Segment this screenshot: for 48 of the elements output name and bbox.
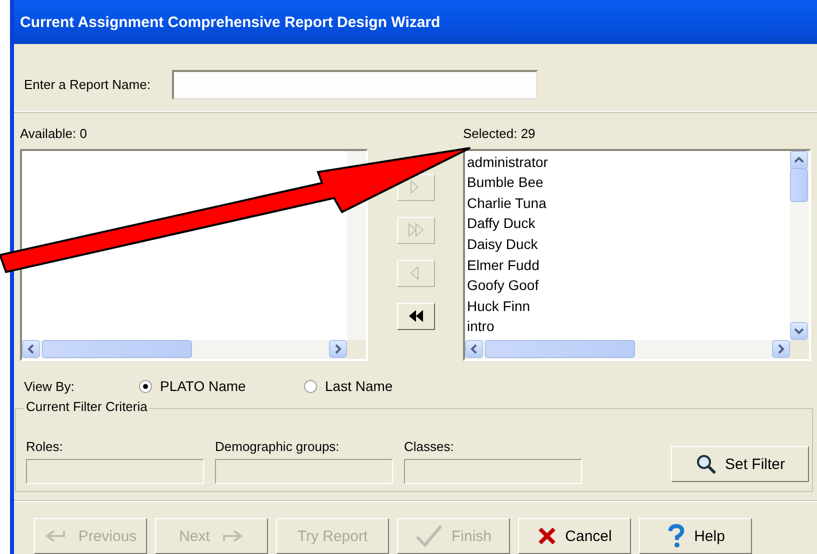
vertical-scrollbar[interactable] (790, 150, 809, 340)
list-item[interactable]: Huck Finn (467, 296, 790, 316)
double-left-triangle-icon (406, 308, 424, 324)
field-label: Enter a Report Name: (24, 77, 150, 92)
list-label: Selected: 29 (463, 126, 536, 141)
scroll-thumb[interactable] (42, 340, 192, 358)
double-right-triangle-icon (406, 222, 424, 238)
scroll-up-button[interactable] (790, 150, 808, 169)
field-label: Roles: (26, 439, 64, 454)
scrollbar-corner (790, 340, 809, 359)
scroll-left-button[interactable] (22, 340, 40, 358)
selected-list[interactable]: administrator Bumble Bee Charlie Tuna Daffy Duck Daisy Duck Elmer Fudd Goofy Goof Huck Finn intro (463, 148, 811, 361)
list-item[interactable]: Bumble Bee (467, 172, 790, 193)
window-title: Current Assignment Comprehensive Report Design Wizard (14, 0, 817, 44)
field-label: Demographic groups: (215, 439, 340, 454)
scroll-thumb[interactable] (485, 340, 635, 358)
scroll-left-button[interactable] (465, 340, 483, 358)
dialog-button[interactable]: Cancel (518, 518, 631, 554)
list-item[interactable]: administrator (467, 152, 790, 172)
radio-dot[interactable] (304, 380, 317, 393)
radio-option[interactable]: PLATO Name (139, 378, 304, 394)
dialog-button[interactable]: Help (639, 518, 752, 554)
scroll-right-button[interactable] (772, 340, 790, 358)
list-item[interactable]: intro (467, 316, 790, 337)
list-item[interactable]: Daisy Duck (467, 234, 790, 255)
horizontal-scrollbar[interactable] (465, 340, 790, 359)
field-label: Classes: (404, 439, 455, 454)
radio-option[interactable]: Last Name (304, 378, 393, 394)
radio-dot[interactable] (139, 380, 152, 393)
help-icon (666, 524, 686, 548)
list-item[interactable]: Goofy Goof (467, 275, 790, 296)
transfer-button[interactable] (396, 302, 434, 330)
close-icon (537, 526, 558, 546)
view-by-label: View By: (24, 378, 76, 394)
horizontal-scrollbar[interactable] (22, 340, 347, 359)
list-item[interactable]: Elmer Fudd (467, 254, 790, 276)
group-title: Current Filter Criteria (24, 399, 150, 414)
list-item[interactable]: Daffy Duck (467, 213, 790, 234)
scroll-thumb[interactable] (790, 168, 808, 202)
set-filter-button[interactable]: Set Filter (671, 446, 809, 482)
checkmark-icon (415, 523, 444, 549)
list-item[interactable]: Charlie Tuna (467, 192, 790, 214)
list-label: Available: 0 (20, 126, 88, 141)
scroll-right-button[interactable] (329, 340, 347, 358)
magnifier-icon (694, 453, 717, 475)
scrollbar-corner (347, 340, 366, 359)
report-name-input[interactable] (172, 70, 538, 100)
scroll-down-button[interactable] (790, 322, 808, 340)
